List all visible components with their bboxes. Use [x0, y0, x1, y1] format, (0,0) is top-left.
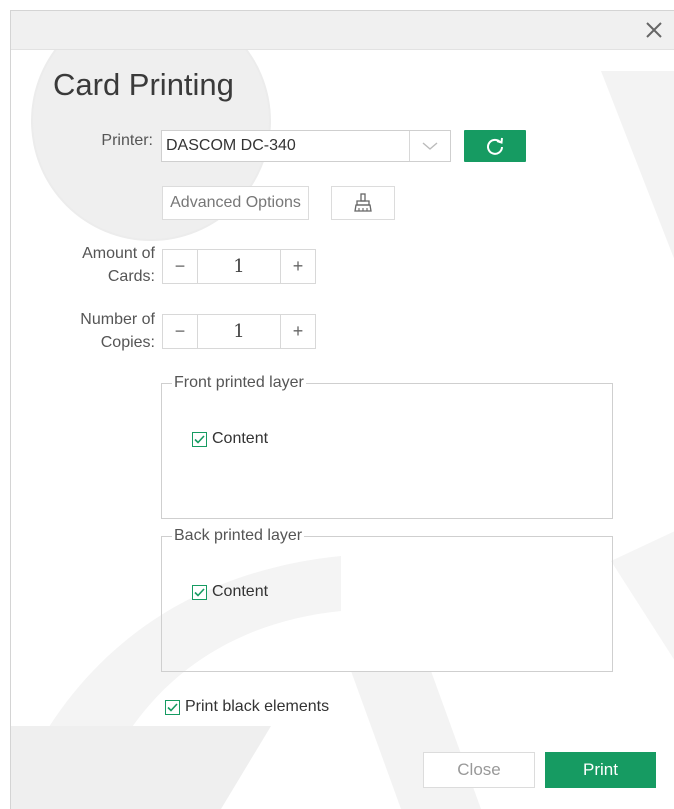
front-content-label: Content: [212, 430, 269, 447]
printer-selected-value: DASCOM DC-340: [166, 137, 296, 154]
amount-of-cards-label: Amount of Cards:: [51, 242, 155, 288]
amount-decrement-button[interactable]: −: [163, 250, 198, 283]
front-layer-legend: Front printed layer: [174, 374, 304, 391]
copies-label-line2: Copies:: [100, 334, 155, 351]
clean-printer-button[interactable]: [331, 186, 395, 220]
brush-icon: [354, 193, 372, 212]
front-content-checkbox[interactable]: Content: [192, 430, 268, 448]
copies-value[interactable]: 1: [198, 315, 280, 348]
checkbox-checked-icon[interactable]: [165, 699, 180, 715]
back-layer-legend: Back printed layer: [174, 527, 303, 544]
refresh-printers-button[interactable]: [464, 130, 526, 162]
close-button[interactable]: Close: [423, 752, 535, 788]
number-of-copies-label: Number of Copies:: [51, 308, 155, 354]
close-icon[interactable]: [641, 17, 667, 43]
copies-label-line1: Number of: [80, 311, 155, 328]
dialog-content: Card Printing Printer: DASCOM DC-340 Adv…: [11, 11, 674, 809]
print-black-elements-checkbox[interactable]: Print black elements: [165, 698, 329, 716]
amount-value[interactable]: 1: [198, 250, 280, 283]
refresh-icon: [487, 137, 503, 155]
page-title: Card Printing: [53, 67, 234, 102]
advanced-options-button[interactable]: Advanced Options: [162, 186, 309, 220]
amount-label-line1: Amount of: [82, 245, 155, 262]
amount-label-line2: Cards:: [107, 268, 155, 285]
print-black-elements-label: Print black elements: [185, 698, 330, 715]
amount-increment-button[interactable]: +: [280, 250, 315, 283]
front-layer-group: Front printed layer Content: [161, 374, 613, 519]
copies-decrement-button[interactable]: −: [163, 315, 198, 348]
printer-select[interactable]: DASCOM DC-340: [161, 130, 451, 162]
copies-increment-button[interactable]: +: [280, 315, 315, 348]
back-content-checkbox[interactable]: Content: [192, 583, 268, 601]
card-printing-dialog: Card Printing Printer: DASCOM DC-340 Adv…: [10, 10, 674, 809]
dialog-titlebar: [11, 11, 674, 50]
print-button[interactable]: Print: [545, 752, 656, 788]
printer-label: Printer:: [101, 132, 153, 149]
chevron-down-icon[interactable]: [409, 131, 450, 161]
checkbox-checked-icon[interactable]: [192, 431, 207, 447]
number-of-copies-stepper: − 1 +: [162, 314, 316, 349]
amount-of-cards-stepper: − 1 +: [162, 249, 316, 284]
back-content-label: Content: [212, 583, 269, 600]
back-layer-group: Back printed layer Content: [161, 527, 613, 672]
checkbox-checked-icon[interactable]: [192, 584, 207, 600]
